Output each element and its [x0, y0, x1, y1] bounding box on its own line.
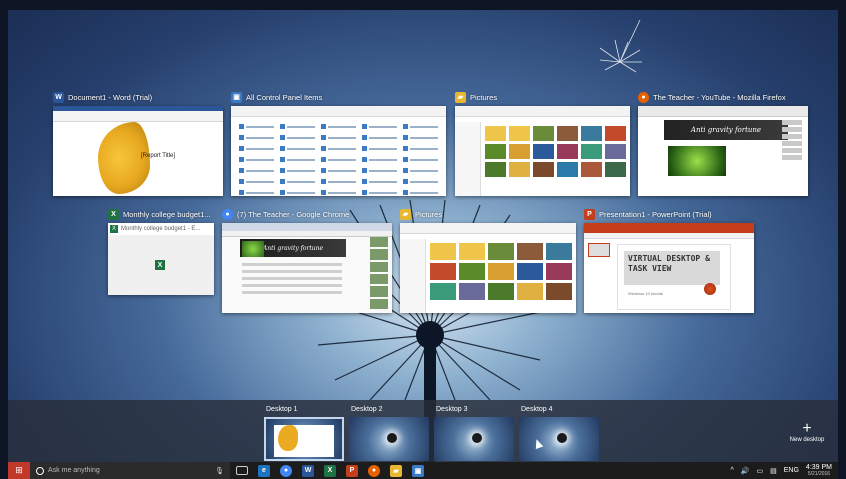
taskbar: ⊞ Ask me anything 🎙 e ● W X P ● ▰ ▣ ^ 🔊 …	[8, 462, 838, 479]
slide-heading: VIRTUAL DESKTOP & TASK VIEW	[624, 251, 720, 285]
volume-icon[interactable]: 🔊	[741, 467, 750, 475]
window-title: The Teacher - YouTube - Mozilla Firefox	[653, 92, 786, 102]
window-title: Pictures	[470, 92, 498, 102]
control-panel-icon: ▣	[231, 91, 242, 103]
window-preview	[231, 106, 446, 196]
virtual-desktops-bar: Desktop 1 Desktop 2 Desktop 3 Desktop 4 …	[8, 400, 838, 462]
excel-splash-title: Monthly college budget1 - E...	[121, 226, 201, 232]
new-desktop-button[interactable]: + New desktop	[782, 420, 832, 444]
window-title: All Control Panel Items	[246, 92, 323, 102]
window-title-bar: ▰ Pictures	[455, 90, 497, 104]
new-desktop-label: New desktop	[789, 437, 825, 443]
folder-icon: ▰	[455, 91, 466, 103]
window-title-bar: X Monthly college budget1...	[108, 207, 211, 221]
desktop-label: Desktop 4	[521, 406, 553, 413]
screen-border-top	[0, 0, 846, 10]
window-preview: [Report Title]	[53, 106, 223, 196]
screen-border-left	[0, 0, 8, 479]
excel-logo-icon: X	[155, 260, 165, 270]
firefox-icon: ●	[638, 91, 649, 103]
network-icon[interactable]: ▭	[757, 467, 764, 475]
window-title-bar: W Document1 - Word (Trial)	[53, 90, 152, 104]
window-preview	[400, 223, 576, 313]
word-icon[interactable]: W	[302, 464, 314, 477]
window-preview	[455, 106, 630, 196]
cortana-icon	[36, 466, 44, 475]
desktop-label: Desktop 3	[436, 406, 468, 413]
action-center-icon[interactable]: ▤	[770, 467, 777, 475]
chrome-icon[interactable]: ●	[280, 464, 292, 477]
word-icon: W	[53, 91, 64, 103]
file-explorer-icon[interactable]: ▰	[390, 464, 402, 477]
window-title-bar: ▰ Pictures	[400, 207, 442, 221]
chrome-icon: ●	[222, 208, 233, 220]
firefox-icon[interactable]: ●	[368, 464, 380, 477]
slide-subtitle: Windows 10 tutorial	[628, 291, 663, 296]
window-title: Monthly college budget1...	[123, 209, 211, 219]
taskbar-pinned-apps: e ● W X P ● ▰ ▣	[236, 464, 424, 477]
powerpoint-icon: P	[584, 208, 595, 220]
cortana-search-box[interactable]: Ask me anything 🎙	[30, 462, 230, 479]
store-icon[interactable]: ▣	[412, 464, 424, 477]
window-title-bar: ▣ All Control Panel Items	[231, 90, 322, 104]
window-preview: VIRTUAL DESKTOP & TASK VIEW Windows 10 t…	[584, 223, 754, 313]
window-preview: X Monthly college budget1 - E... X	[108, 223, 214, 295]
windows-logo-icon: ⊞	[15, 465, 23, 475]
window-title: (7) The Teacher - Google Chrome	[237, 209, 350, 219]
window-preview: Anti gravity fortune	[222, 223, 392, 313]
channel-banner: Anti gravity fortune	[664, 120, 788, 140]
window-title: Document1 - Word (Trial)	[68, 92, 153, 102]
plus-icon: +	[802, 420, 812, 437]
control-panel-items	[239, 124, 438, 195]
desktop-thumbnail[interactable]	[434, 417, 514, 461]
slide-logo-icon	[704, 283, 716, 295]
edge-icon[interactable]: e	[258, 464, 270, 477]
start-button[interactable]: ⊞	[8, 462, 30, 479]
desktop-thumbnail[interactable]	[519, 417, 599, 461]
picture-thumbnails	[430, 243, 572, 300]
excel-icon: X	[108, 208, 119, 220]
desktop-label: Desktop 2	[351, 406, 383, 413]
microphone-icon[interactable]: 🎙	[215, 467, 224, 475]
window-title-bar: ● (7) The Teacher - Google Chrome	[222, 207, 349, 221]
window-title-bar: ● The Teacher - YouTube - Mozilla Firefo…	[638, 90, 786, 104]
excel-small-icon: X	[110, 225, 118, 233]
clock-date: 5/21/2016	[807, 470, 831, 477]
picture-thumbnails	[485, 126, 626, 177]
clock[interactable]: 4:39 PM 5/21/2016	[806, 464, 832, 478]
window-title-bar: P Presentation1 - PowerPoint (Trial)	[584, 207, 712, 221]
folder-icon: ▰	[400, 208, 411, 220]
search-placeholder: Ask me anything	[48, 467, 100, 474]
video-player	[668, 146, 726, 176]
clock-time: 4:39 PM	[805, 463, 832, 471]
screen-border-right	[838, 0, 846, 479]
slide-canvas: VIRTUAL DESKTOP & TASK VIEW Windows 10 t…	[618, 245, 730, 309]
powerpoint-icon[interactable]: P	[346, 464, 358, 477]
task-view-icon[interactable]	[236, 466, 248, 475]
excel-icon[interactable]: X	[324, 464, 336, 477]
window-title: Presentation1 - PowerPoint (Trial)	[599, 209, 712, 219]
desktop-label: Desktop 1	[266, 406, 298, 413]
desktop-thumbnail[interactable]	[349, 417, 429, 461]
video-player	[242, 241, 264, 257]
system-tray: ^ 🔊 ▭ ▤ ENG 4:39 PM 5/21/2016	[730, 464, 838, 478]
window-title: Pictures	[415, 209, 443, 219]
desktop-thumbnail[interactable]	[264, 417, 344, 461]
language-indicator[interactable]: ENG	[784, 467, 799, 474]
chevron-up-icon[interactable]: ^	[730, 467, 733, 474]
report-title: [Report Title]	[141, 153, 176, 159]
window-preview: Anti gravity fortune	[638, 106, 808, 196]
